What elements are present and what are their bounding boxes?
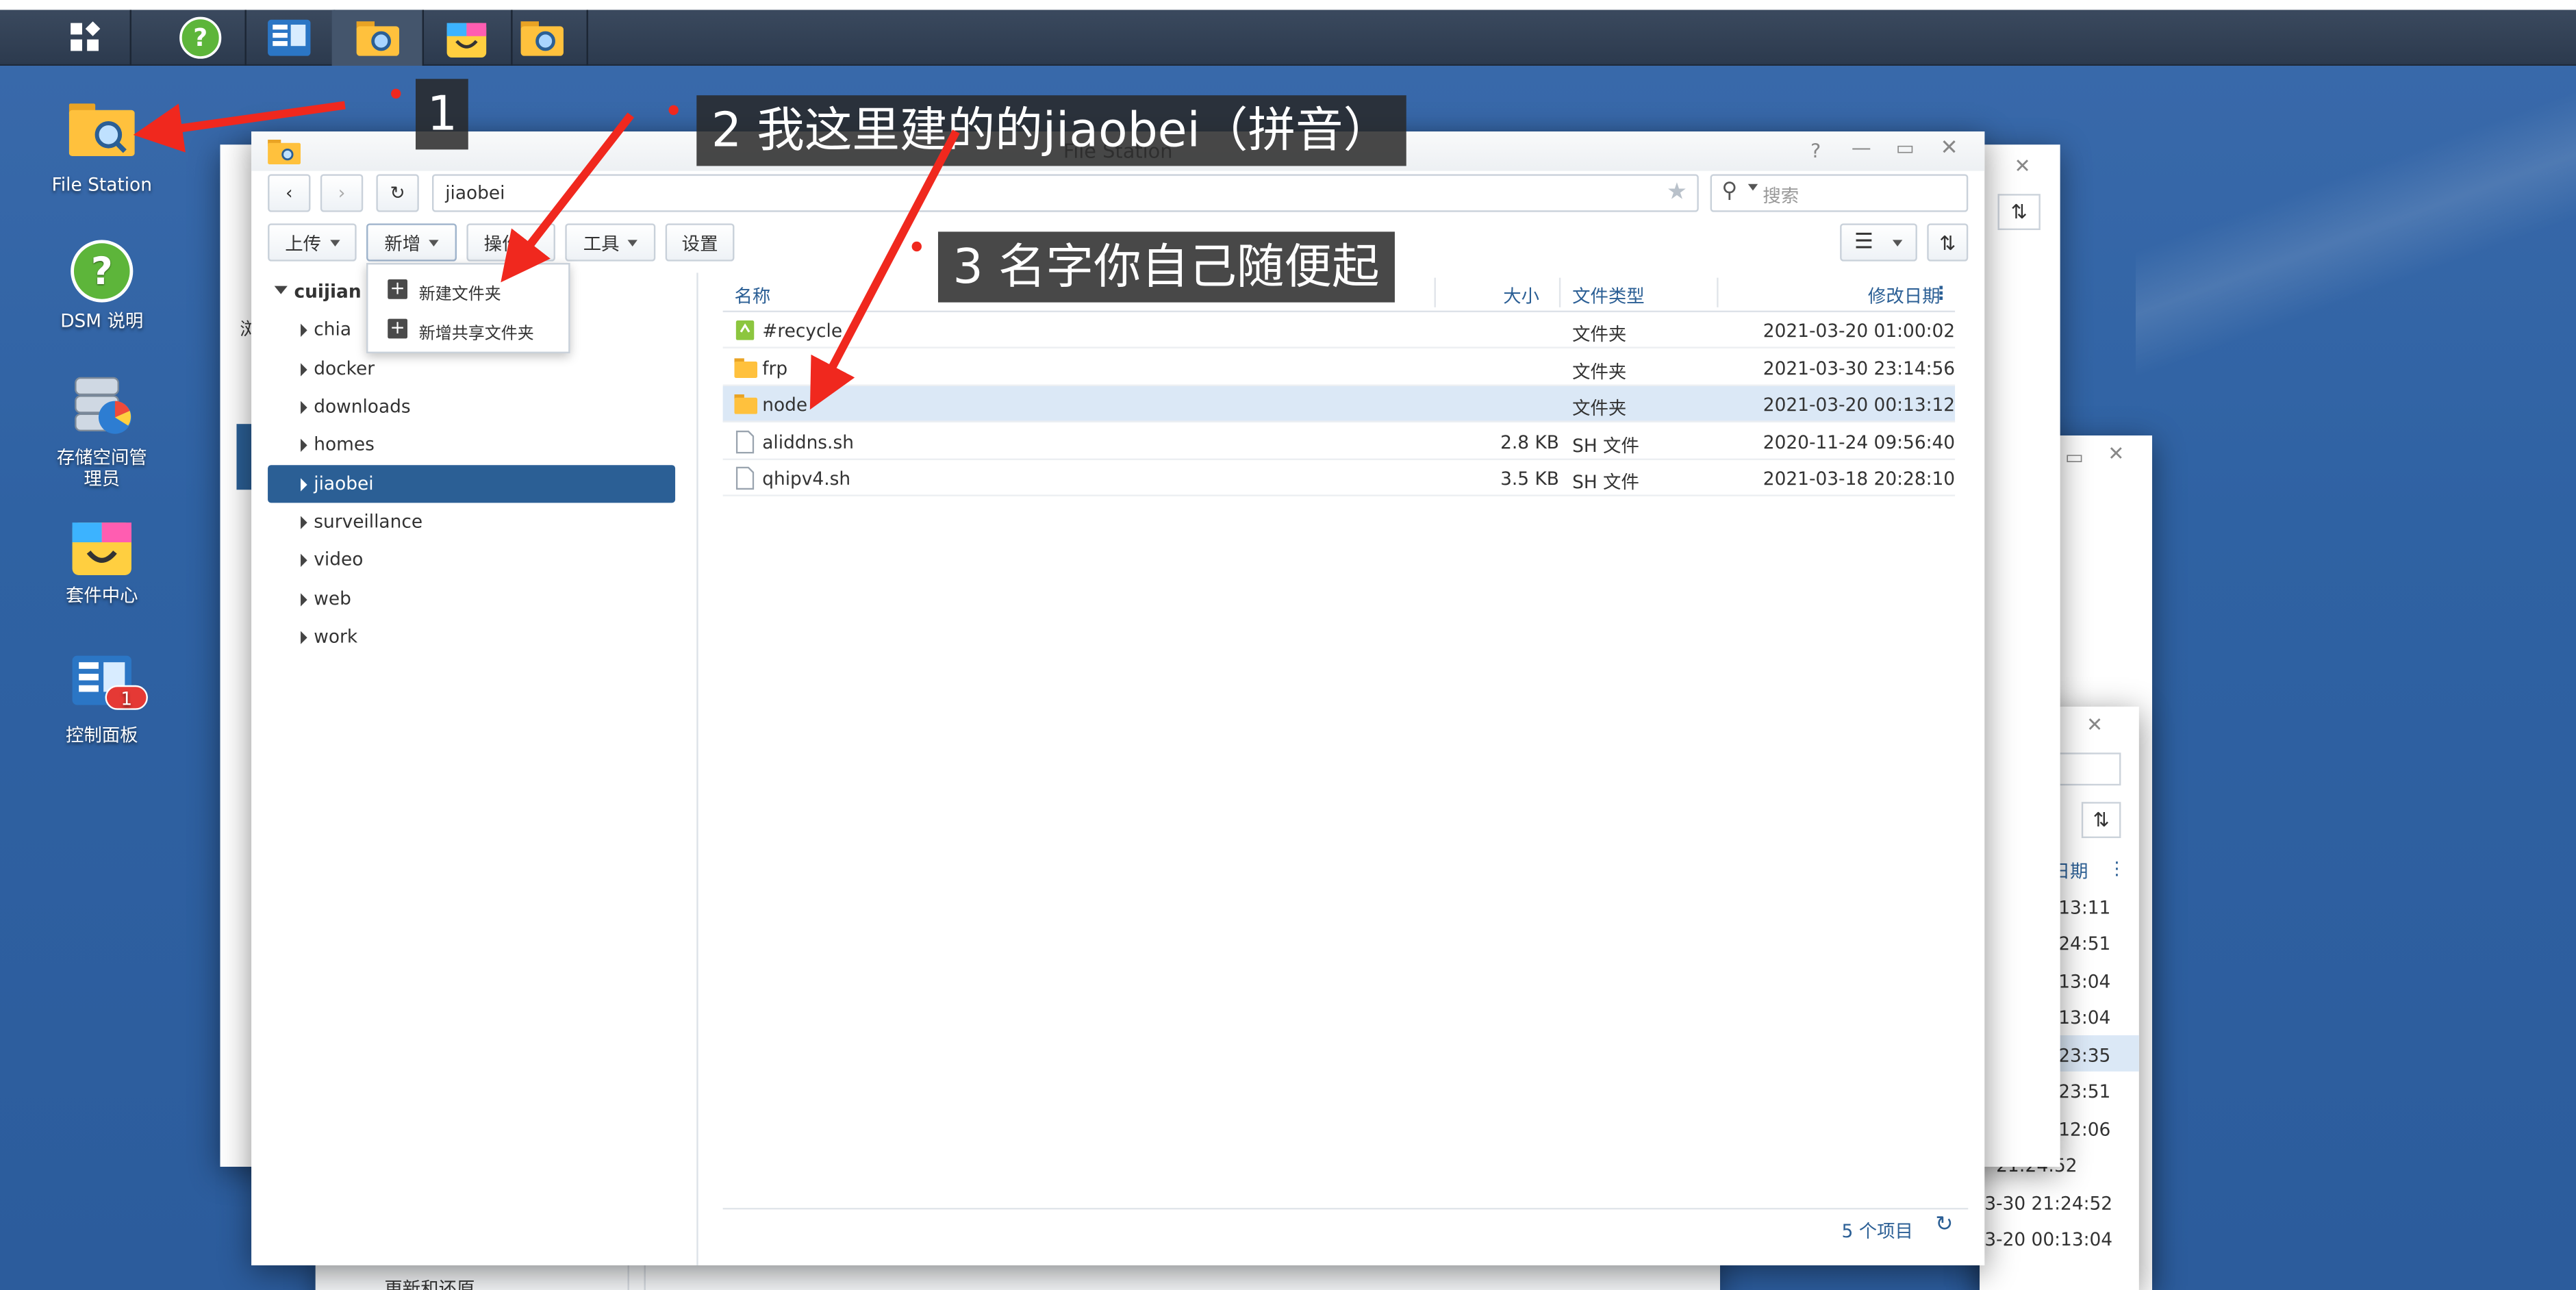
arrow-dot [911, 241, 922, 252]
arrow-dot [668, 105, 679, 115]
arrow-dot [391, 88, 401, 99]
arrow-to-new-folder [501, 112, 635, 283]
dsm-desktop: ? File Station ? DSM 说明 存储空间管理员 套件中心 1 控… [0, 0, 2576, 1290]
arrow-to-file-station [133, 101, 346, 153]
arrow-to-node-folder [809, 129, 960, 410]
annotation-arrows [133, 88, 960, 410]
